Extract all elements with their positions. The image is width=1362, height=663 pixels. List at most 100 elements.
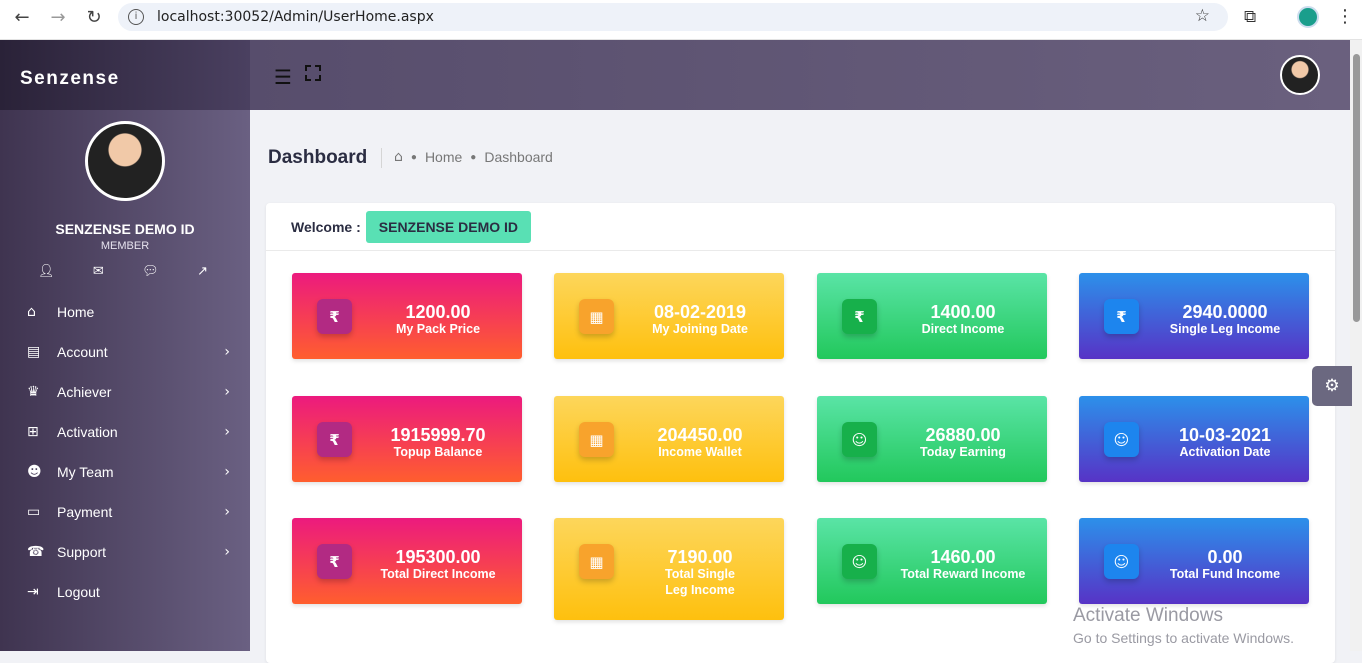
- support-icon: ☎: [27, 544, 45, 560]
- sidebar: Senzense SENZENSE DEMO ID MEMBER 👤︎ ✉ 💬︎…: [0, 40, 250, 651]
- rupee-icon: ₹: [317, 544, 352, 579]
- settings-gear-icon[interactable]: ⚙: [1312, 366, 1352, 406]
- sidebar-user-avatar: [85, 121, 165, 201]
- welcome-user-badge: SENZENSE DEMO ID: [365, 210, 532, 243]
- stat-card-total-fund-income: ☺ 0.00 Total Fund Income: [1079, 518, 1309, 604]
- logout-icon: ⇥: [27, 584, 39, 600]
- bookmark-star-icon[interactable]: ☆: [1195, 6, 1210, 26]
- sidebar-menu: ⌂ Home ▤ Account › ♛ Achiever › ⊞ Activation › ☻ My …: [0, 292, 250, 612]
- stat-card-value: 26880.00: [925, 425, 1001, 445]
- title-divider: [381, 148, 382, 168]
- user-plus-icon: ☺: [1104, 544, 1139, 579]
- stat-card-text: 1460.00 Total Reward Income: [887, 548, 1039, 582]
- top-user-avatar[interactable]: [1280, 55, 1320, 95]
- extensions-puzzle-icon[interactable]: ⧉: [1244, 7, 1264, 27]
- page-scrollbar[interactable]: [1350, 40, 1362, 651]
- browser-toolbar: ← → ↻ i localhost:30052/Admin/UserHome.a…: [0, 0, 1362, 40]
- stat-card-value: 1915999.70: [390, 425, 486, 445]
- hamburger-menu-icon[interactable]: ☰: [274, 65, 292, 89]
- chevron-right-icon: ›: [224, 344, 230, 360]
- sidebar-item-payment[interactable]: ▭ Payment ›: [0, 492, 250, 532]
- sidebar-item-account[interactable]: ▤ Account ›: [0, 332, 250, 372]
- stat-card-text: 1200.00 My Pack Price: [362, 303, 514, 337]
- user-plus-icon: ☺: [1104, 422, 1139, 457]
- chat-icon[interactable]: 💬︎: [142, 264, 159, 279]
- chevron-right-icon: ›: [224, 544, 230, 560]
- url-text[interactable]: localhost:30052/Admin/UserHome.aspx: [157, 9, 434, 25]
- stat-card-label: Activation Date: [1179, 445, 1271, 459]
- stat-card-topup-balance: ₹1915999.70 Topup Balance: [292, 396, 522, 482]
- users-icon: ☻: [27, 464, 42, 480]
- sidebar-item-achiever[interactable]: ♛ Achiever ›: [0, 372, 250, 412]
- home-icon: ⌂: [27, 304, 36, 320]
- rupee-icon: ₹: [1104, 299, 1139, 334]
- address-bar[interactable]: i localhost:30052/Admin/UserHome.aspx ☆: [118, 3, 1228, 31]
- breadcrumb-home[interactable]: Home: [425, 149, 462, 165]
- scrollbar-thumb[interactable]: [1353, 54, 1360, 322]
- sidebar-quick-links: 👤︎ ✉ 💬︎ ↗: [38, 264, 208, 279]
- stat-card-label: My Joining Date: [652, 322, 748, 336]
- stat-card-value: 0.00: [1207, 547, 1243, 567]
- share-icon[interactable]: ↗: [197, 264, 208, 279]
- sidebar-item-support[interactable]: ☎ Support ›: [0, 532, 250, 572]
- stat-card-label: Total Fund Income: [1169, 567, 1281, 581]
- calendar-icon: ▦: [579, 544, 614, 579]
- user-plus-icon: ☺: [842, 422, 877, 457]
- user-plus-icon: ☺: [842, 544, 877, 579]
- breadcrumb: ⌂ ● Home ● Dashboard: [394, 149, 553, 165]
- sidebar-user-role: MEMBER: [100, 240, 150, 252]
- stat-card-value: 1200.00: [405, 302, 471, 322]
- book-icon: ▤: [27, 344, 41, 360]
- forward-arrow-icon[interactable]: →: [48, 8, 68, 28]
- stat-card-value: 2940.0000: [1182, 302, 1268, 322]
- browser-menu-icon[interactable]: ⋮: [1336, 6, 1354, 27]
- sidebar-item-label: Logout: [57, 584, 100, 600]
- stat-card-total-reward-income: ☺ 1460.00 Total Reward Income: [817, 518, 1047, 604]
- stat-card-value: 7190.00: [667, 547, 733, 567]
- mail-icon[interactable]: ✉: [93, 264, 104, 279]
- rupee-icon: ₹: [842, 299, 877, 334]
- stat-card-label: Income Wallet: [658, 445, 742, 459]
- chevron-right-icon: ›: [224, 464, 230, 480]
- breadcrumb-separator: ●: [410, 151, 417, 163]
- stat-card-value: 10-03-2021: [1178, 425, 1272, 445]
- chevron-right-icon: ›: [224, 504, 230, 520]
- brand-logo[interactable]: Senzense: [0, 40, 250, 110]
- stat-card-my-pack-price: ₹1200.00 My Pack Price: [292, 273, 522, 359]
- site-info-icon[interactable]: i: [128, 9, 144, 25]
- welcome-row: Welcome : SENZENSE DEMO ID: [266, 203, 1335, 251]
- stat-card-value: 1460.00: [930, 547, 996, 567]
- crown-icon: ♛: [27, 384, 40, 400]
- stat-card-label: Total Direct Income: [380, 567, 496, 581]
- sidebar-item-label: Activation: [57, 424, 118, 440]
- sidebar-item-label: Home: [57, 304, 95, 320]
- stat-card-single-leg-income: ₹2940.0000 Single Leg Income: [1079, 273, 1309, 359]
- rupee-icon: ₹: [317, 299, 352, 334]
- sidebar-item-my-team[interactable]: ☻ My Team ›: [0, 452, 250, 492]
- home-icon[interactable]: ⌂: [394, 149, 403, 165]
- stat-card-value: 08-02-2019: [653, 302, 747, 322]
- back-arrow-icon[interactable]: ←: [12, 8, 32, 28]
- breadcrumb-current: Dashboard: [484, 149, 553, 165]
- sidebar-item-home[interactable]: ⌂ Home: [0, 292, 250, 332]
- fullscreen-icon[interactable]: [305, 65, 321, 81]
- profile-icon[interactable]: 👤︎: [38, 264, 55, 279]
- breadcrumb-separator: ●: [470, 151, 477, 163]
- browser-profile-avatar[interactable]: [1297, 6, 1319, 28]
- sidebar-user-name: SENZENSE DEMO ID: [55, 221, 195, 237]
- stat-card-text: 195300.00 Total Direct Income: [362, 548, 514, 582]
- calendar-icon: ▦: [579, 422, 614, 457]
- stat-card-today-earning: ☺ 26880.00 Today Earning: [817, 396, 1047, 482]
- sidebar-item-label: Account: [57, 344, 108, 360]
- sidebar-item-logout[interactable]: ⇥ Logout: [0, 572, 250, 612]
- sidebar-item-activation[interactable]: ⊞ Activation ›: [0, 412, 250, 452]
- sidebar-item-label: Support: [57, 544, 107, 560]
- stat-card-text: 26880.00 Today Earning: [887, 426, 1039, 460]
- reload-icon[interactable]: ↻: [84, 8, 104, 28]
- card-icon: ▭: [27, 504, 41, 520]
- grid-icon: ⊞: [27, 424, 39, 440]
- stat-card-label: Single Leg Income: [1169, 322, 1281, 336]
- sidebar-item-label: My Team: [57, 464, 114, 480]
- stat-card-value: 195300.00: [395, 547, 481, 567]
- stat-card-text: 7190.00 Total Single Leg Income: [624, 548, 776, 598]
